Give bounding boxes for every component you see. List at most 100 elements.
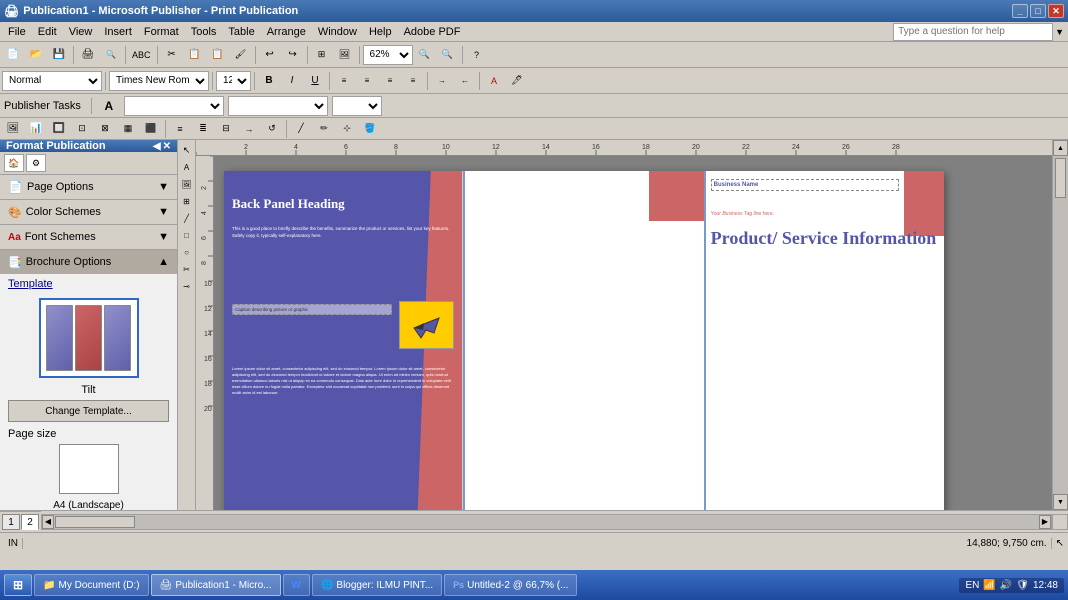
zoom-dropdown[interactable]: 62% xyxy=(363,45,413,65)
print-preview-button[interactable]: 🔍 xyxy=(100,44,122,66)
picture-tool[interactable]: 🖼 xyxy=(179,176,195,192)
insert-table-button[interactable]: ⊞ xyxy=(311,44,333,66)
task-icon[interactable]: A xyxy=(98,95,120,117)
taskbar-item-1[interactable]: 🖨 Publication1 - Micro... xyxy=(151,574,281,596)
scroll-down-button[interactable]: ▼ xyxy=(1053,494,1068,510)
rect-tool[interactable]: □ xyxy=(179,227,195,243)
copy-button[interactable]: 📋 xyxy=(184,44,206,66)
line-btn[interactable]: ╱ xyxy=(290,118,312,140)
undo-button[interactable]: ↩ xyxy=(259,44,281,66)
help-arrow[interactable]: ▼ xyxy=(1053,27,1066,37)
style-dropdown[interactable]: Normal xyxy=(2,71,102,91)
fill-btn[interactable]: 🪣 xyxy=(359,118,381,140)
panel-tab-1[interactable]: 🏠 xyxy=(4,154,24,172)
task-font-dropdown[interactable] xyxy=(228,96,328,116)
h-scroll-thumb[interactable] xyxy=(55,516,135,528)
crop-tool[interactable]: ✂ xyxy=(179,261,195,277)
arrow-btn[interactable]: → xyxy=(238,118,260,140)
extra-btn-4[interactable]: ⊡ xyxy=(71,118,93,140)
page-options-header[interactable]: 📄 Page Options ▼ xyxy=(0,175,177,199)
text-btn-2[interactable]: ≣ xyxy=(192,118,214,140)
format-painter-button[interactable]: 🖌 xyxy=(230,44,252,66)
close-button[interactable]: ✕ xyxy=(1048,4,1064,18)
cut-button[interactable]: ✂ xyxy=(161,44,183,66)
align-center-button[interactable]: ≡ xyxy=(356,70,378,92)
align-right-button[interactable]: ≡ xyxy=(379,70,401,92)
task-size-dropdown[interactable] xyxy=(332,96,382,116)
menu-insert[interactable]: Insert xyxy=(98,24,138,40)
connect-tool[interactable]: ⊸ xyxy=(179,278,195,294)
brochure-options-header[interactable]: 📑 Brochure Options ▲ xyxy=(0,250,177,274)
page-tab-2[interactable]: 2 xyxy=(21,514,39,530)
font-color-button[interactable]: A xyxy=(483,70,505,92)
scroll-left-button[interactable]: ◀ xyxy=(42,515,54,529)
menu-file[interactable]: File xyxy=(2,24,32,40)
text-tool[interactable]: A xyxy=(179,159,195,175)
help-button[interactable]: ? xyxy=(466,44,488,66)
extra-btn-7[interactable]: ⬛ xyxy=(140,118,162,140)
extra-btn-1[interactable]: 🖼 xyxy=(2,118,24,140)
menu-arrange[interactable]: Arrange xyxy=(261,24,312,40)
panel-tab-2[interactable]: ⚙ xyxy=(26,154,46,172)
h-scroll-track[interactable] xyxy=(54,515,1039,529)
open-button[interactable]: 📂 xyxy=(25,44,47,66)
new-button[interactable]: 📄 xyxy=(2,44,24,66)
extra-btn-6[interactable]: ▦ xyxy=(117,118,139,140)
font-dropdown[interactable]: Times New Roman xyxy=(109,71,209,91)
menu-edit[interactable]: Edit xyxy=(32,24,63,40)
taskbar-item-2[interactable]: W xyxy=(283,574,310,596)
menu-adobe-pdf[interactable]: Adobe PDF xyxy=(398,24,467,40)
line-tool[interactable]: ╱ xyxy=(179,210,195,226)
menu-table[interactable]: Table xyxy=(222,24,260,40)
underline-button[interactable]: U xyxy=(304,70,326,92)
minimize-button[interactable]: _ xyxy=(1012,4,1028,18)
highlight-button[interactable]: 🖊 xyxy=(506,70,528,92)
rotate-btn[interactable]: ↺ xyxy=(261,118,283,140)
color-schemes-header[interactable]: 🎨 Color Schemes ▼ xyxy=(0,200,177,224)
change-template-button[interactable]: Change Template... xyxy=(8,400,169,422)
font-schemes-header[interactable]: Aa Font Schemes ▼ xyxy=(0,225,177,249)
panel-back-icon[interactable]: ◀ xyxy=(153,141,161,152)
pencil-btn[interactable]: ✏ xyxy=(313,118,335,140)
menu-view[interactable]: View xyxy=(63,24,99,40)
spell-check-button[interactable]: ABC xyxy=(129,44,154,66)
select-btn[interactable]: ⊹ xyxy=(336,118,358,140)
bold-button[interactable]: B xyxy=(258,70,280,92)
extra-btn-2[interactable]: 📊 xyxy=(25,118,47,140)
extra-btn-3[interactable]: 🔲 xyxy=(48,118,70,140)
page-tab-1[interactable]: 1 xyxy=(2,514,20,530)
print-button[interactable]: 🖨 xyxy=(77,44,99,66)
task-style-dropdown[interactable] xyxy=(124,96,224,116)
increase-indent-button[interactable]: → xyxy=(431,70,453,92)
italic-button[interactable]: I xyxy=(281,70,303,92)
menu-window[interactable]: Window xyxy=(312,24,363,40)
horizontal-scrollbar[interactable]: ◀ ▶ xyxy=(41,514,1052,530)
scroll-thumb[interactable] xyxy=(1055,158,1066,198)
paste-button[interactable]: 📋 xyxy=(207,44,229,66)
save-button[interactable]: 💾 xyxy=(48,44,70,66)
menu-help[interactable]: Help xyxy=(363,24,398,40)
insert-picture-button[interactable]: 🖼 xyxy=(334,44,356,66)
text-btn-3[interactable]: ⊟ xyxy=(215,118,237,140)
decrease-indent-button[interactable]: ← xyxy=(454,70,476,92)
table-tool[interactable]: ⊞ xyxy=(179,193,195,209)
align-left-button[interactable]: ≡ xyxy=(333,70,355,92)
pointer-tool[interactable]: ↖ xyxy=(179,142,195,158)
template-label[interactable]: Template xyxy=(8,278,169,290)
redo-button[interactable]: ↪ xyxy=(282,44,304,66)
zoom-in-button[interactable]: 🔍 xyxy=(414,44,436,66)
scroll-up-button[interactable]: ▲ xyxy=(1053,140,1068,156)
panel-close-icon[interactable]: ✕ xyxy=(163,141,171,152)
start-button[interactable]: ⊞ xyxy=(4,574,32,596)
oval-tool[interactable]: ○ xyxy=(179,244,195,260)
taskbar-item-0[interactable]: 📁 My Document (D:) xyxy=(34,574,149,596)
help-input[interactable] xyxy=(893,23,1053,41)
size-dropdown[interactable]: 12 xyxy=(216,71,251,91)
extra-btn-5[interactable]: ⊠ xyxy=(94,118,116,140)
taskbar-item-4[interactable]: Ps Untitled-2 @ 66,7% (... xyxy=(444,574,577,596)
taskbar-item-3[interactable]: 🌐 Blogger: ILMU PINT... xyxy=(312,574,442,596)
scroll-track[interactable] xyxy=(1053,156,1068,494)
menu-tools[interactable]: Tools xyxy=(185,24,223,40)
maximize-button[interactable]: □ xyxy=(1030,4,1046,18)
scroll-right-button[interactable]: ▶ xyxy=(1039,515,1051,529)
